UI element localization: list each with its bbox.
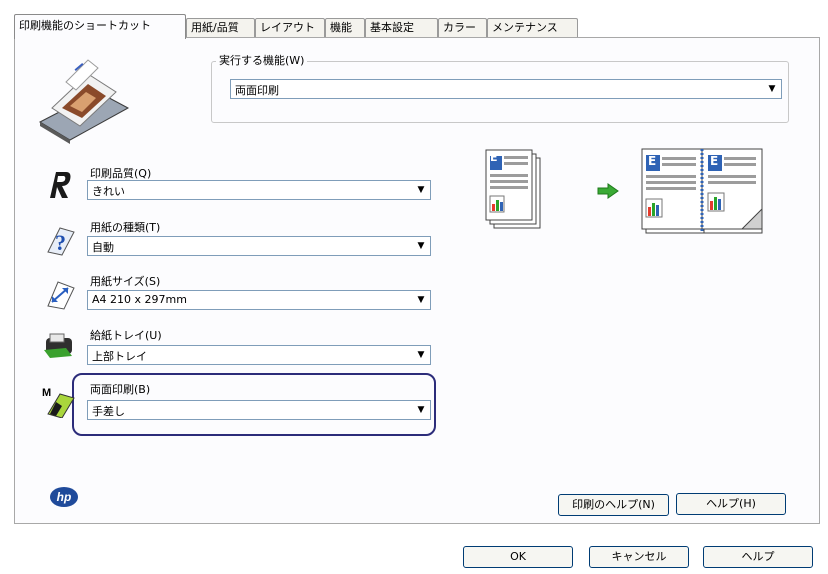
paper-tray-label: 給紙トレイ(U) bbox=[90, 329, 162, 342]
print-quality-icon bbox=[50, 172, 71, 198]
tab-strip: 印刷機能のショートカット 用紙/品質 レイアウト 機能 基本設定 カラー メンテ… bbox=[14, 14, 820, 39]
paper-type-label: 用紙の種類(T) bbox=[90, 221, 161, 234]
tab-basics[interactable]: 基本設定 bbox=[365, 18, 438, 37]
paper-tray-select-value: 上部トレイ bbox=[92, 350, 147, 363]
tab-layout[interactable]: レイアウト bbox=[255, 18, 325, 37]
quality-label: 印刷品質(Q) bbox=[90, 167, 152, 180]
tab-paper-quality[interactable]: 用紙/品質 bbox=[186, 18, 255, 37]
printer-photo-icon bbox=[38, 59, 130, 144]
chevron-down-icon: ▼ bbox=[417, 185, 425, 195]
paper-tray-select[interactable]: 上部トレイ ▼ bbox=[87, 345, 431, 365]
help-dialog-button[interactable]: ヘルプ bbox=[703, 546, 813, 568]
paper-tray-icon bbox=[44, 333, 72, 358]
chevron-down-icon: ▼ bbox=[417, 350, 425, 360]
quality-select-value: きれい bbox=[92, 185, 125, 198]
duplex-page-preview-icon bbox=[641, 148, 763, 234]
quality-select[interactable]: きれい ▼ bbox=[87, 180, 431, 200]
paper-size-label: 用紙サイズ(S) bbox=[90, 275, 161, 288]
chevron-down-icon: ▼ bbox=[417, 241, 425, 251]
svg-text:?: ? bbox=[55, 230, 66, 255]
ok-button[interactable]: OK bbox=[463, 546, 573, 568]
paper-type-select-value: 自動 bbox=[92, 241, 114, 254]
duplex-label: 両面印刷(B) bbox=[90, 383, 151, 396]
cancel-button[interactable]: キャンセル bbox=[589, 546, 689, 568]
help-button[interactable]: ヘルプ(H) bbox=[676, 493, 786, 515]
duplex-select-value: 手差し bbox=[92, 405, 125, 418]
arrow-right-icon bbox=[597, 183, 619, 199]
chevron-down-icon: ▼ bbox=[417, 295, 425, 305]
paper-size-icon bbox=[47, 281, 75, 310]
tab-maintenance[interactable]: メンテナンス bbox=[487, 18, 578, 37]
chevron-down-icon: ▼ bbox=[768, 84, 776, 94]
hp-logo: hp bbox=[50, 487, 78, 507]
tab-features[interactable]: 機能 bbox=[325, 18, 365, 37]
duplex-select[interactable]: 手差し ▼ bbox=[87, 400, 431, 420]
paper-type-help-icon: ? bbox=[47, 227, 75, 256]
tab-shortcuts[interactable]: 印刷機能のショートカット bbox=[14, 14, 186, 39]
task-select[interactable]: 両面印刷 ▼ bbox=[230, 79, 782, 99]
chevron-down-icon: ▼ bbox=[417, 405, 425, 415]
print-help-button[interactable]: 印刷のヘルプ(N) bbox=[558, 494, 669, 516]
tab-color[interactable]: カラー bbox=[438, 18, 487, 37]
task-label: 実行する機能(W) bbox=[216, 52, 308, 68]
paper-size-select[interactable]: A4 210 x 297mm ▼ bbox=[87, 290, 431, 310]
paper-type-select[interactable]: 自動 ▼ bbox=[87, 236, 431, 256]
svg-text:M: M bbox=[42, 387, 51, 399]
paper-size-select-value: A4 210 x 297mm bbox=[92, 293, 187, 306]
preview-letter-right: E bbox=[710, 154, 719, 168]
preview-letter-left: E bbox=[648, 154, 657, 168]
preview-letter-single: E bbox=[490, 151, 498, 164]
task-select-value: 両面印刷 bbox=[235, 84, 279, 97]
duplex-icon: M bbox=[42, 387, 75, 418]
